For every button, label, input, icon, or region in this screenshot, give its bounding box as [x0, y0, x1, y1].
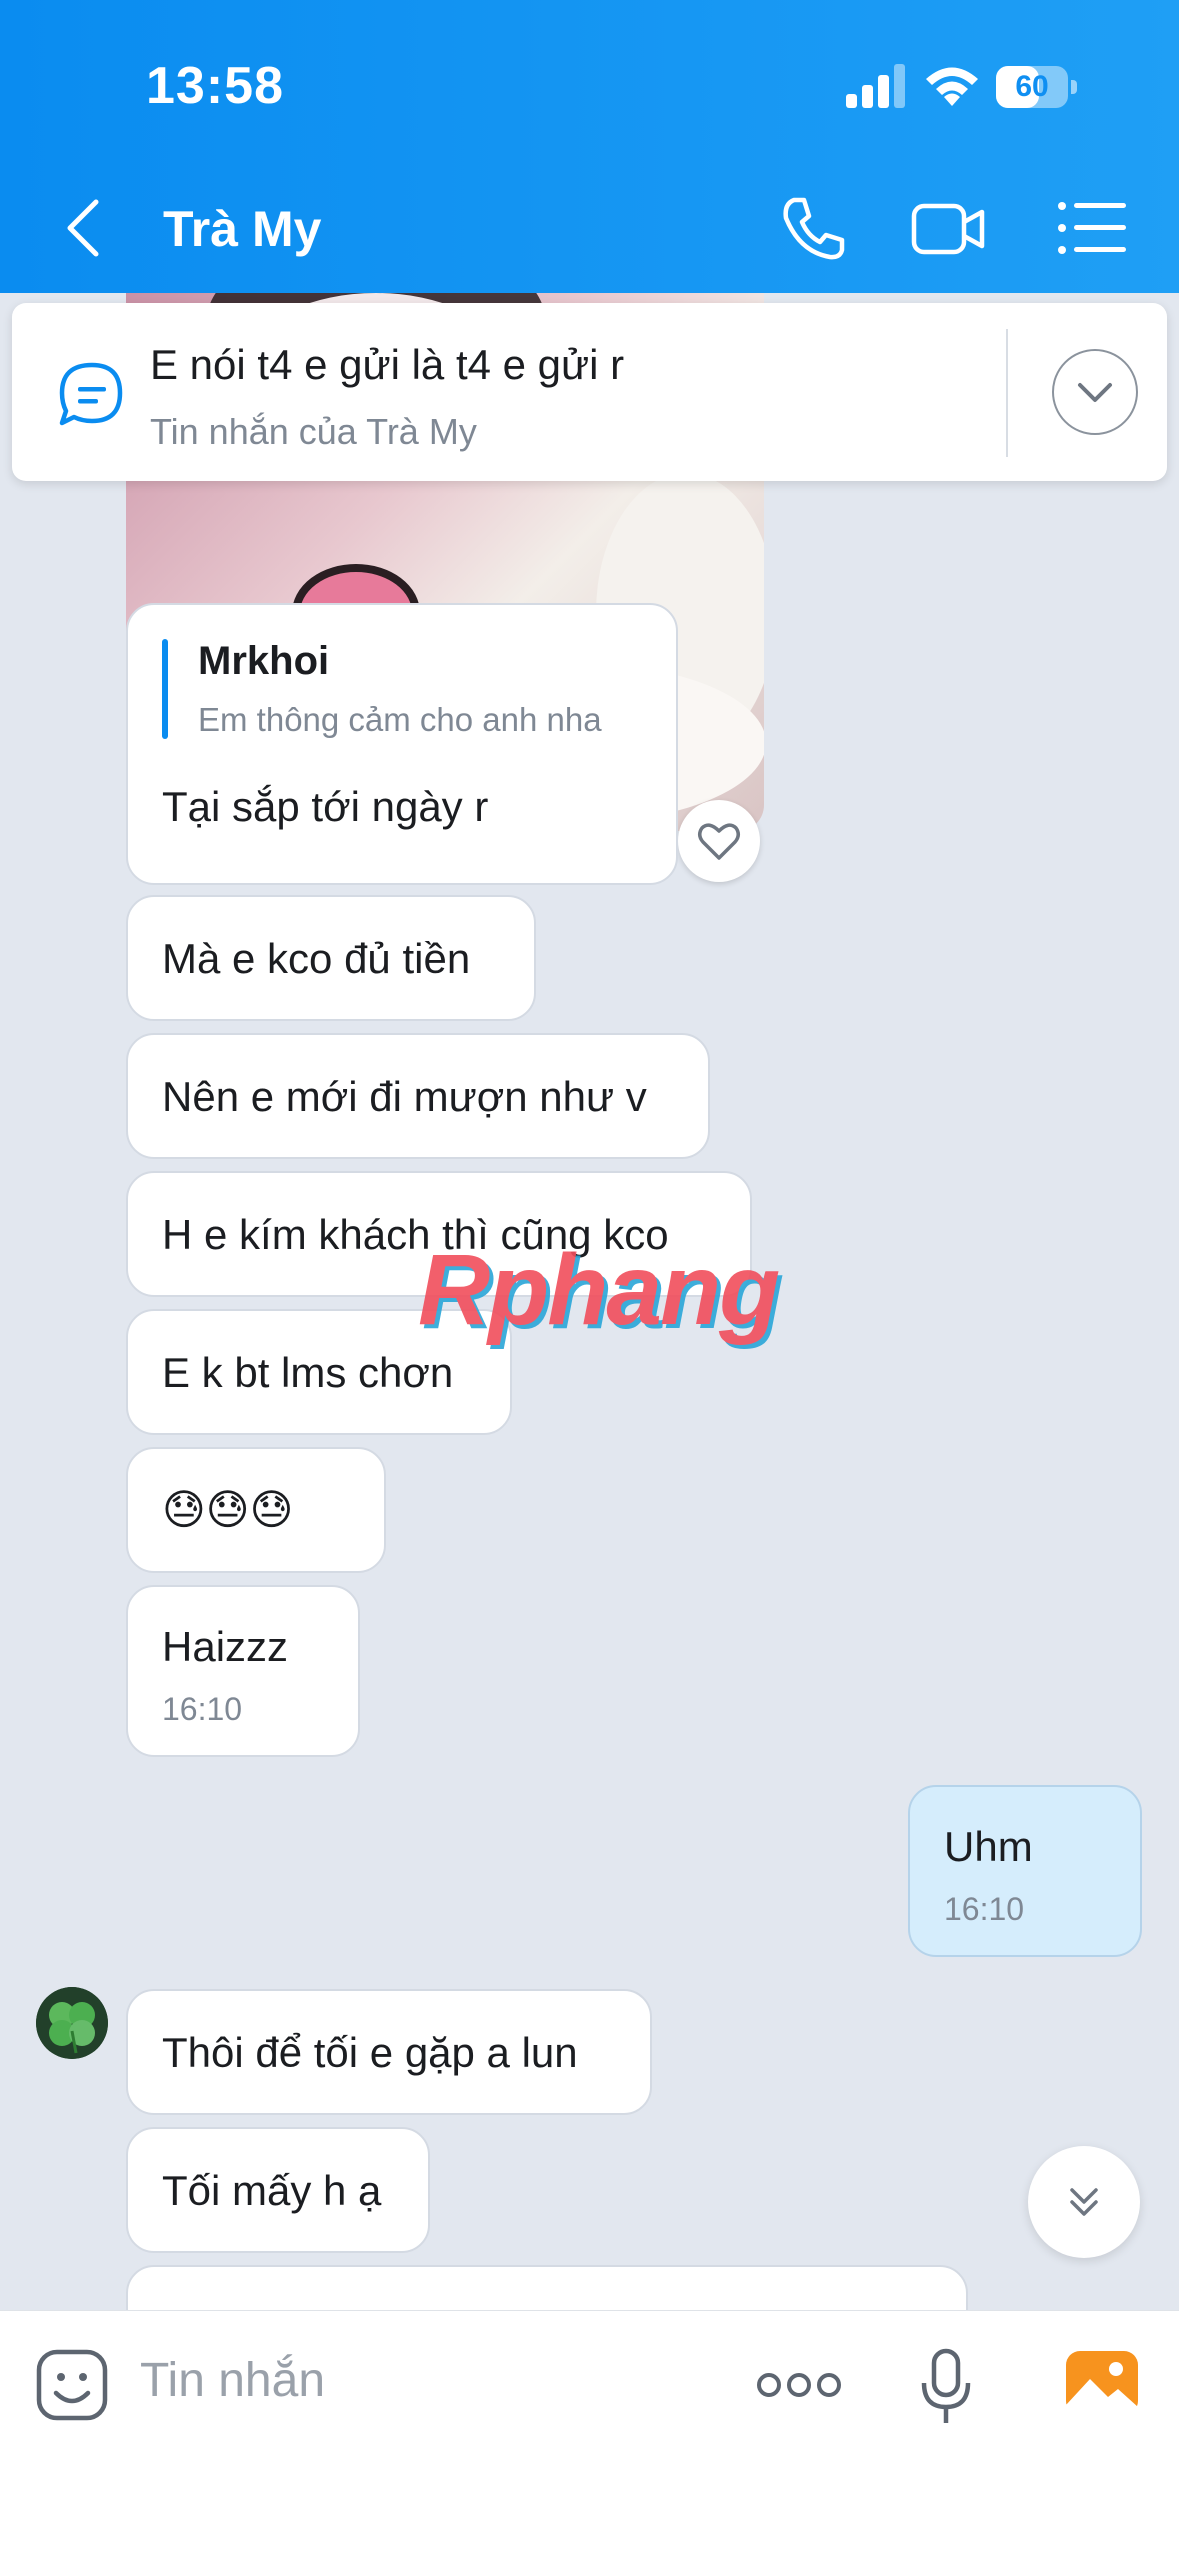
message-bubble-partial[interactable]	[126, 2265, 968, 2310]
message-text: Tối mấy h ạ	[162, 2167, 382, 2214]
sent-message-bubble[interactable]: Uhm 16:10	[908, 1785, 1142, 1957]
message-emoji: 😓😓😓	[162, 1486, 294, 1533]
avatar[interactable]	[36, 1987, 108, 2059]
battery-level: 60	[1015, 70, 1049, 103]
quote-text: Em thông cảm cho anh nha	[198, 701, 602, 738]
list-menu-icon[interactable]	[1052, 192, 1132, 264]
quote-author: Mrkhoi	[198, 639, 330, 683]
pinned-text: E nói t4 e gửi là t4 e gửi r	[150, 341, 625, 388]
message-time: 16:10	[944, 1891, 1025, 1927]
chat-title[interactable]: Trà My	[163, 200, 321, 258]
video-call-icon[interactable]	[908, 192, 988, 264]
expand-pinned-button[interactable]	[1052, 349, 1138, 435]
message-text: Haizzz	[162, 1623, 289, 1670]
sticker-icon[interactable]	[34, 2347, 110, 2423]
chat-header: 13:58 60 Trà My	[0, 0, 1179, 293]
message-text: Uhm	[944, 1823, 1033, 1870]
heart-icon	[698, 823, 740, 860]
wifi-icon	[926, 67, 978, 106]
scroll-to-bottom-button[interactable]	[1028, 2146, 1140, 2258]
message-text: Nên e mới đi mượn như v	[162, 1073, 647, 1120]
signal-icon	[846, 64, 905, 108]
message-bubble[interactable]: Nên e mới đi mượn như v	[126, 1033, 710, 1159]
image-icon[interactable]	[1064, 2349, 1140, 2417]
message-bubble[interactable]: Thôi để tối e gặp a lun	[126, 1989, 652, 2115]
message-bubble[interactable]: 😓😓😓	[126, 1447, 386, 1573]
message-text: Thôi để tối e gặp a lun	[162, 2029, 578, 2076]
more-icon[interactable]	[756, 2367, 842, 2403]
chevron-down-icon	[1078, 383, 1112, 402]
message-bubble[interactable]: Tối mấy h ạ	[126, 2127, 430, 2253]
quote-bar	[162, 639, 168, 739]
message-list[interactable]: Mrkhoi Em thông cảm cho anh nha Tại sắp …	[0, 293, 1179, 2310]
pinned-source: Tin nhắn của Trà My	[150, 411, 477, 452]
back-icon[interactable]	[60, 196, 104, 260]
message-bubble[interactable]: Haizzz 16:10	[126, 1585, 360, 1757]
message-text: Mà e kco đủ tiền	[162, 935, 471, 982]
message-input[interactable]: Tin nhắn	[140, 2353, 325, 2408]
double-chevron-down-icon	[1070, 2188, 1098, 2216]
watermark: Rphang	[418, 1234, 780, 1346]
battery-icon: 60	[996, 66, 1078, 108]
message-bubble[interactable]: Mà e kco đủ tiền	[126, 895, 536, 1021]
message-text: Tại sắp tới ngày r	[162, 783, 489, 830]
react-heart-button[interactable]	[678, 800, 760, 882]
message-icon	[59, 362, 123, 426]
pinned-message[interactable]: E nói t4 e gửi là t4 e gửi r Tin nhắn củ…	[12, 303, 1167, 481]
message-time: 16:10	[162, 1691, 243, 1727]
status-time: 13:58	[146, 57, 284, 115]
phone-icon[interactable]	[772, 192, 852, 264]
message-composer: Tin nhắn	[0, 2310, 1179, 2557]
divider	[1006, 329, 1008, 457]
message-text: E k bt lms chơn	[162, 1349, 454, 1396]
reply-message[interactable]: Mrkhoi Em thông cảm cho anh nha Tại sắp …	[126, 603, 678, 885]
microphone-icon[interactable]	[916, 2347, 976, 2427]
